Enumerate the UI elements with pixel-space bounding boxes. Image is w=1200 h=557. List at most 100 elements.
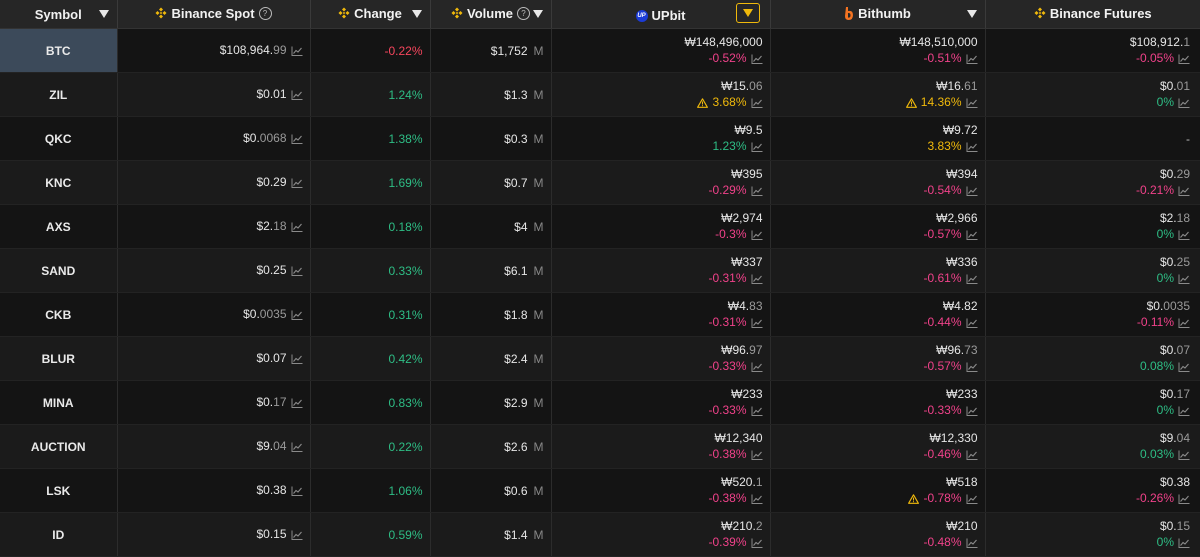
symbol-cell[interactable]: ID: [0, 512, 118, 557]
chart-line-icon[interactable]: [966, 406, 978, 416]
chart-line-icon[interactable]: [966, 230, 978, 240]
chart-line-icon[interactable]: [966, 494, 978, 504]
column-header-bithumb[interactable]: Bithumb: [770, 0, 986, 29]
symbol-cell[interactable]: MINA: [0, 380, 118, 425]
table-row[interactable]: AXS $2.18 0.18% $4 M ₩2,974 -0.3% ₩2,966 …: [0, 204, 1200, 249]
chart-line-icon[interactable]: [751, 142, 763, 152]
table-row[interactable]: BLUR $0.07 0.42% $2.4 M ₩96.97 -0.33% ₩96…: [0, 336, 1200, 381]
chart-line-icon[interactable]: [1178, 186, 1190, 196]
symbol-cell[interactable]: AXS: [0, 204, 118, 249]
chart-line-icon[interactable]: [1178, 406, 1190, 416]
chart-line-icon[interactable]: [966, 274, 978, 284]
chart-line-icon[interactable]: [751, 318, 763, 328]
column-header-change[interactable]: Change: [310, 0, 431, 29]
chart-line-icon[interactable]: [291, 442, 303, 452]
market-table: Symbol Binance Spot ? Change Volume ? UP…: [0, 0, 1200, 557]
table-row[interactable]: QKC $0.0068 1.38% $0.3 M ₩9.5 1.23% ₩9.72…: [0, 116, 1200, 161]
chart-line-icon[interactable]: [751, 186, 763, 196]
chart-line-icon[interactable]: [291, 530, 303, 540]
chart-line-icon[interactable]: [291, 90, 303, 100]
chart-line-icon[interactable]: [751, 98, 763, 108]
chart-line-icon[interactable]: [291, 486, 303, 496]
chart-line-icon[interactable]: [966, 538, 978, 548]
chart-line-icon[interactable]: [751, 450, 763, 460]
table-row[interactable]: SAND $0.25 0.33% $6.1 M ₩337 -0.31% ₩336 …: [0, 248, 1200, 293]
help-circle-icon[interactable]: ?: [258, 6, 272, 20]
bithumb-price: ₩16.61: [936, 79, 978, 93]
column-header-binance-futures[interactable]: Binance Futures: [985, 0, 1200, 29]
sort-arrow-icon[interactable]: [98, 10, 109, 18]
chart-line-icon[interactable]: [966, 54, 978, 64]
chart-line-icon[interactable]: [291, 134, 303, 144]
sort-active-button[interactable]: [735, 3, 760, 23]
table-row[interactable]: CKB $0.0035 0.31% $1.8 M ₩4.83 -0.31% ₩4.…: [0, 292, 1200, 337]
chart-line-icon[interactable]: [1178, 538, 1190, 548]
symbol-label: CKB: [45, 307, 72, 322]
column-header-symbol[interactable]: Symbol: [0, 0, 118, 29]
table-row[interactable]: KNC $0.29 1.69% $0.7 M ₩395 -0.29% ₩394 -…: [0, 160, 1200, 205]
futures-price: $108,912.1: [1129, 35, 1190, 49]
column-header-volume[interactable]: Volume ?: [430, 0, 552, 29]
symbol-cell[interactable]: AUCTION: [0, 424, 118, 469]
chart-line-icon[interactable]: [966, 98, 978, 108]
symbol-cell[interactable]: LSK: [0, 468, 118, 513]
chart-line-icon[interactable]: [291, 266, 303, 276]
column-header-binance-spot[interactable]: Binance Spot ?: [117, 0, 311, 29]
symbol-cell[interactable]: BLUR: [0, 336, 118, 381]
chart-line-icon[interactable]: [966, 186, 978, 196]
table-row[interactable]: AUCTION $9.04 0.22% $2.6 M ₩12,340 -0.38%…: [0, 424, 1200, 469]
spot-price: $108,964.99: [219, 43, 287, 57]
chart-line-icon[interactable]: [751, 274, 763, 284]
chart-line-icon[interactable]: [1178, 494, 1190, 504]
chart-line-icon[interactable]: [1178, 318, 1190, 328]
chart-line-icon[interactable]: [1178, 98, 1190, 108]
chart-line-icon[interactable]: [966, 450, 978, 460]
table-row[interactable]: LSK $0.38 1.06% $0.6 M ₩520.1 -0.38% ₩518…: [0, 468, 1200, 513]
chart-line-icon[interactable]: [751, 494, 763, 504]
upbit-premium: -0.29%: [708, 183, 747, 197]
symbol-cell[interactable]: CKB: [0, 292, 118, 337]
chart-line-icon[interactable]: [291, 222, 303, 232]
help-circle-icon[interactable]: ?: [517, 6, 530, 20]
volume-unit: M: [533, 527, 544, 542]
symbol-cell[interactable]: QKC: [0, 116, 118, 161]
column-header-label: Binance Spot: [171, 5, 255, 21]
chart-line-icon[interactable]: [751, 538, 763, 548]
futures-price: $9.04: [1159, 431, 1190, 445]
upbit-premium: -0.33%: [708, 403, 747, 417]
chart-line-icon[interactable]: [1178, 362, 1190, 372]
chart-line-icon[interactable]: [1178, 450, 1190, 460]
table-row[interactable]: ZIL $0.01 1.24% $1.3 M ₩15.06 3.68% ₩16.6…: [0, 72, 1200, 117]
volume-value: $2.9: [504, 395, 528, 410]
sort-arrow-icon[interactable]: [532, 10, 543, 18]
chart-line-icon[interactable]: [1178, 230, 1190, 240]
chart-line-icon[interactable]: [291, 398, 303, 408]
volume-value: $1.8: [504, 307, 528, 322]
sort-arrow-icon[interactable]: [966, 10, 977, 18]
chart-line-icon[interactable]: [751, 362, 763, 372]
chart-line-icon[interactable]: [751, 54, 763, 64]
symbol-cell[interactable]: BTC: [0, 28, 118, 73]
symbol-cell[interactable]: ZIL: [0, 72, 118, 117]
chart-line-icon[interactable]: [291, 46, 303, 56]
chart-line-icon[interactable]: [1178, 54, 1190, 64]
symbol-cell[interactable]: KNC: [0, 160, 118, 205]
chart-line-icon[interactable]: [1178, 274, 1190, 284]
table-row[interactable]: BTC $108,964.99 -0.22% $1,752 M ₩148,496,…: [0, 28, 1200, 73]
chart-line-icon[interactable]: [291, 354, 303, 364]
upbit-cell: ₩2,974 -0.3%: [551, 204, 771, 249]
sort-arrow-icon[interactable]: [411, 10, 422, 18]
table-row[interactable]: MINA $0.17 0.83% $2.9 M ₩233 -0.33% ₩233 …: [0, 380, 1200, 425]
table-row[interactable]: ID $0.15 0.59% $1.4 M ₩210.2 -0.39% ₩210 …: [0, 512, 1200, 557]
column-header-label: Binance Futures: [1049, 5, 1152, 21]
chart-line-icon[interactable]: [751, 230, 763, 240]
chart-line-icon[interactable]: [291, 310, 303, 320]
bithumb-price: ₩9.72: [942, 123, 978, 137]
chart-line-icon[interactable]: [751, 406, 763, 416]
symbol-cell[interactable]: SAND: [0, 248, 118, 293]
chart-line-icon[interactable]: [966, 362, 978, 372]
chart-line-icon[interactable]: [966, 142, 978, 152]
column-header-upbit[interactable]: UP UPbit: [551, 0, 771, 29]
chart-line-icon[interactable]: [291, 178, 303, 188]
chart-line-icon[interactable]: [966, 318, 978, 328]
